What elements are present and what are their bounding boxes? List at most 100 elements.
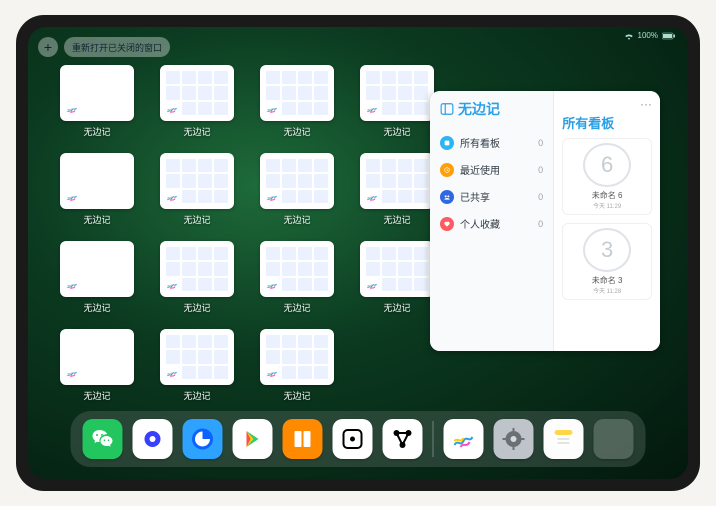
category-row[interactable]: 个人收藏0 (440, 210, 543, 237)
window-caption: 无边记 (383, 301, 410, 314)
dock-app-notes[interactable] (544, 419, 584, 459)
freeform-categories: 所有看板0最近使用0已共享0个人收藏0 (440, 129, 543, 237)
dock-app-qqbrowser[interactable] (183, 419, 223, 459)
window-thumb-calendar (160, 65, 234, 121)
app-switcher-grid: 无边记无边记无边记无边记无边记无边记无边记无边记无边记无边记无边记无边记无边记无… (56, 65, 446, 409)
category-count: 0 (538, 192, 543, 202)
category-row[interactable]: 所有看板 0 (440, 129, 543, 156)
window-caption: 无边记 (183, 301, 210, 314)
freeform-app-icon (364, 189, 380, 205)
window-caption: 无边记 (383, 125, 410, 138)
freeform-app-icon (64, 365, 80, 381)
window-tile[interactable]: 无边记 (156, 65, 238, 145)
window-tile[interactable]: 无边记 (56, 153, 138, 233)
category-icon (440, 190, 454, 204)
window-caption: 无边记 (283, 125, 310, 138)
window-tile[interactable]: 无边记 (156, 153, 238, 233)
category-row[interactable]: 最近使用 0 (440, 156, 543, 183)
dock-app-books[interactable] (283, 419, 323, 459)
category-label: 所有看板 (460, 135, 500, 150)
add-window-button[interactable]: + (38, 37, 58, 57)
freeform-app-icon (364, 277, 380, 293)
freeform-app-icon (164, 277, 180, 293)
window-caption: 无边记 (383, 213, 410, 226)
freeform-app-icon (264, 101, 280, 117)
ipad-frame: 100% + 重新打开已关闭的窗口 无边记无边记无边记无边记无边记无边记无边记无… (16, 15, 700, 491)
sidebar-icon (440, 102, 454, 116)
reopen-closed-window-button[interactable]: 重新打开已关闭的窗口 (64, 37, 170, 57)
window-tile[interactable]: 无边记 (256, 153, 338, 233)
category-count: 0 (538, 138, 543, 148)
category-count: 0 (538, 165, 543, 175)
dock (71, 411, 646, 467)
window-tile[interactable]: 无边记 (256, 329, 338, 409)
window-thumb-calendar (260, 329, 334, 385)
wifi-icon (624, 32, 634, 40)
board-sketch: 6 (583, 143, 631, 187)
window-caption: 无边记 (83, 125, 110, 138)
freeform-app-icon (64, 277, 80, 293)
window-caption: 无边记 (83, 301, 110, 314)
dock-app-dice[interactable] (333, 419, 373, 459)
top-toolbar: + 重新打开已关闭的窗口 (38, 37, 170, 57)
category-count: 0 (538, 219, 543, 229)
window-tile[interactable]: 无边记 (56, 65, 138, 145)
dock-recent-stack[interactable] (594, 419, 634, 459)
window-tile[interactable]: 无边记 (156, 241, 238, 321)
freeform-sidebar-header: 无边记 (440, 99, 543, 119)
window-tile[interactable]: 无边记 (156, 329, 238, 409)
window-thumb-calendar (260, 65, 334, 121)
board-label: 未命名 3 (592, 275, 623, 286)
window-thumb-calendar (360, 153, 434, 209)
window-tile[interactable]: 无边记 (256, 241, 338, 321)
freeform-app-icon (164, 189, 180, 205)
dock-app-graph[interactable] (383, 419, 423, 459)
freeform-app-icon (264, 277, 280, 293)
more-button[interactable]: ··· (640, 97, 652, 111)
window-caption: 无边记 (283, 389, 310, 402)
freeform-app-icon (164, 101, 180, 117)
dock-app-quark[interactable] (133, 419, 173, 459)
battery-icon (662, 32, 676, 40)
dock-app-settings[interactable] (494, 419, 534, 459)
window-tile[interactable]: 无边记 (356, 65, 438, 145)
category-label: 已共享 (460, 189, 490, 204)
freeform-app-icon (64, 189, 80, 205)
window-thumb-calendar (360, 65, 434, 121)
window-tile[interactable]: 无边记 (56, 241, 138, 321)
board-card[interactable]: 6未命名 6今天 11:29 (562, 138, 652, 215)
battery-label: 100% (638, 31, 658, 40)
window-tile[interactable]: 无边记 (356, 241, 438, 321)
board-card[interactable]: 3未命名 3今天 11:28 (562, 223, 652, 300)
window-thumb-blank (60, 241, 134, 297)
freeform-panel: 无边记 所有看板0最近使用0已共享0个人收藏0 ··· 所有看板 6未命名 6今… (430, 91, 660, 351)
window-caption: 无边记 (83, 213, 110, 226)
window-thumb-calendar (260, 153, 334, 209)
board-time: 今天 11:29 (593, 201, 621, 210)
window-thumb-calendar (260, 241, 334, 297)
dock-app-play[interactable] (233, 419, 273, 459)
status-bar: 100% (624, 31, 676, 40)
freeform-app-icon (264, 365, 280, 381)
window-caption: 无边记 (83, 389, 110, 402)
freeform-app-icon (264, 189, 280, 205)
category-label: 最近使用 (460, 162, 500, 177)
window-caption: 无边记 (183, 389, 210, 402)
dock-app-freeform[interactable] (444, 419, 484, 459)
window-thumb-blank (60, 65, 134, 121)
dock-divider (433, 421, 434, 457)
window-tile[interactable]: 无边记 (356, 153, 438, 233)
freeform-board-list: ··· 所有看板 6未命名 6今天 11:293未命名 3今天 11:28 (554, 91, 660, 351)
window-tile[interactable]: 无边记 (256, 65, 338, 145)
category-icon (440, 217, 454, 231)
window-caption: 无边记 (183, 125, 210, 138)
category-row[interactable]: 已共享 0 (440, 183, 543, 210)
category-icon (440, 136, 454, 150)
window-tile[interactable]: 无边记 (56, 329, 138, 409)
screen: 100% + 重新打开已关闭的窗口 无边记无边记无边记无边记无边记无边记无边记无… (28, 27, 688, 479)
category-icon (440, 163, 454, 177)
window-caption: 无边记 (283, 213, 310, 226)
dock-app-wechat[interactable] (83, 419, 123, 459)
window-thumb-blank (60, 329, 134, 385)
window-thumb-calendar (160, 153, 234, 209)
